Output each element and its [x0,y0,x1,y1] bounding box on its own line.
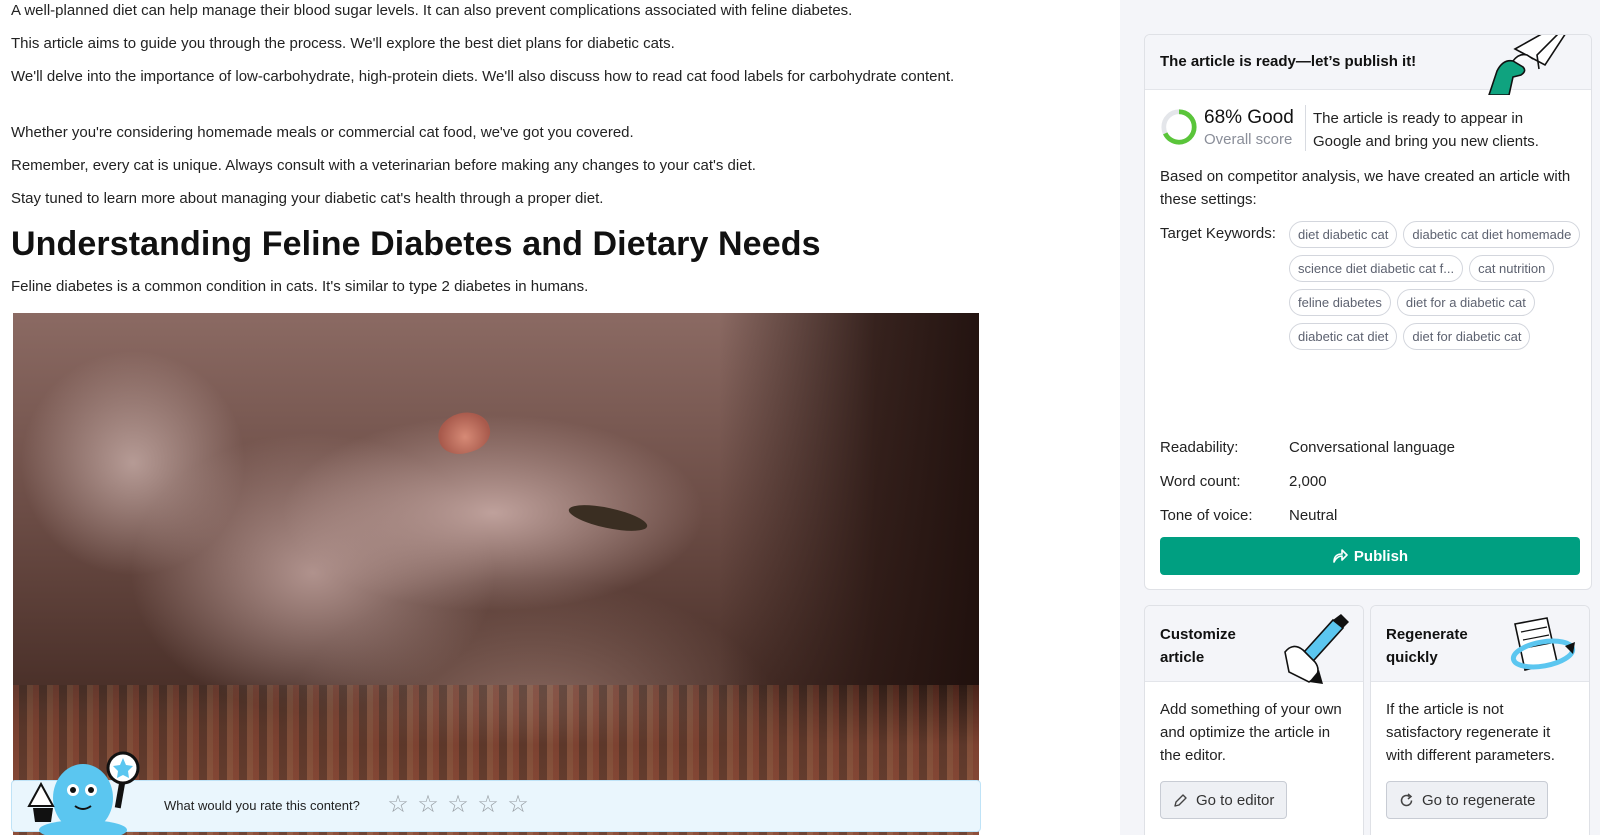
article-paragraph: Feline diabetes is a common condition in… [11,278,589,295]
mascot-illustration-icon [27,751,140,835]
card-text: If the article is not satisfactory regen… [1386,701,1555,764]
article-paragraph: This article aims to guide you through t… [11,35,675,52]
score-value: 68% Good [1204,107,1294,128]
publish-label: Publish [1353,547,1409,565]
rating-bar: What would you rate this content? ☆ ☆ ☆ … [11,780,981,832]
keyword-chip: cat nutrition [1469,255,1555,282]
star-icon[interactable]: ☆ [417,793,439,817]
regenerate-card: Regenerate quickly If the article is not… [1370,605,1590,835]
card-text: Add something of your own and optimize t… [1160,701,1342,764]
readability-label: Readability: [1160,439,1239,456]
keyword-chip: science diet diabetic cat f... [1289,255,1464,282]
card-title: Customize article [1160,626,1236,666]
article-paragraph: Stay tuned to learn more about managing … [11,190,604,207]
keyword-chip: diet for diabetic cat [1403,323,1531,350]
tone-label: Tone of voice: [1160,507,1253,524]
card-header: Customize article [1145,606,1363,684]
rating-question: What would you rate this content? [164,798,360,813]
article-paragraph: A well-planned diet can help manage thei… [11,2,853,19]
tone-value: Neutral [1289,507,1338,524]
readability-value: Conversational language [1289,439,1455,456]
card-title: Regenerate quickly [1386,626,1468,666]
article-content: A well-planned diet can help manage thei… [0,0,1120,835]
settings-intro: Based on competitor analysis, we have cr… [1160,168,1571,208]
article-heading: Understanding Feline Diabetes and Dietar… [11,225,821,263]
article-paragraph: Whether you're considering homemade meal… [11,124,634,141]
article-ready-card: The article is ready—let’s publish it! 6… [1144,34,1592,590]
keyword-list: diet diabetic cat diabetic cat diet home… [1289,221,1589,350]
go-to-regenerate-button[interactable]: Go to regenerate [1386,781,1549,819]
article-paragraph: We'll delve into the importance of low-c… [11,68,955,85]
keyword-chip: diet for a diabetic cat [1396,289,1535,316]
card-header: Regenerate quickly [1371,606,1589,682]
divider [1305,105,1306,151]
button-label: Go to regenerate [1422,791,1536,809]
score-ring-icon [1161,109,1197,145]
share-arrow-icon [1333,549,1348,563]
button-label: Go to editor [1196,791,1275,809]
keyword-chip: diabetic cat diet homemade [1403,221,1581,248]
word-count-value: 2,000 [1289,473,1327,490]
score-label: Overall score [1204,131,1293,148]
customize-card: Customize article Add something of your … [1144,605,1364,835]
publish-button[interactable]: Publish [1160,537,1580,575]
go-to-editor-button[interactable]: Go to editor [1160,781,1288,819]
pencil-icon [1174,793,1187,807]
star-icon[interactable]: ☆ [447,793,469,817]
target-keywords-label: Target Keywords: [1160,225,1276,242]
refresh-icon [1400,792,1413,806]
keyword-chip: diet diabetic cat [1289,221,1398,248]
score-description: The article is ready to appear in Google… [1313,110,1539,150]
star-icon[interactable]: ☆ [387,793,409,817]
cat-photo [13,313,979,835]
article-paragraph: Remember, every cat is unique. Always co… [11,157,756,174]
keyword-chip: feline diabetes [1289,289,1391,316]
rating-stars: ☆ ☆ ☆ ☆ ☆ [387,793,529,817]
word-count-label: Word count: [1160,473,1241,490]
paper-plane-icon [1488,35,1566,95]
side-panel: The article is ready—let’s publish it! 6… [1120,0,1600,835]
regenerate-document-icon [1510,617,1576,671]
card-title: The article is ready—let’s publish it! [1160,53,1417,70]
pen-hand-icon [1284,614,1349,684]
star-icon[interactable]: ☆ [507,793,529,817]
card-header: The article is ready—let’s publish it! [1145,35,1591,95]
star-icon[interactable]: ☆ [477,793,499,817]
score-row: 68% Good Overall score The article is re… [1160,105,1580,155]
keyword-chip: diabetic cat diet [1289,323,1398,350]
